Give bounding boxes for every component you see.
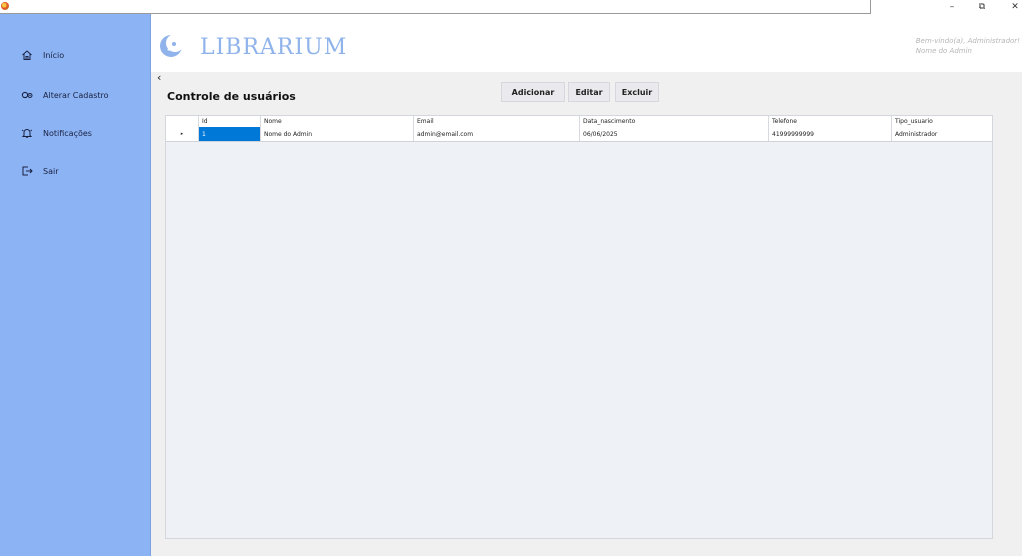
column-header-data-nascimento[interactable]: Data_nascimento — [580, 116, 769, 127]
bell-icon — [20, 126, 34, 140]
column-header-id[interactable]: Id — [199, 116, 261, 127]
cell-email[interactable]: admin@email.com — [414, 127, 580, 141]
sidebar-item-inicio[interactable]: Início — [0, 43, 150, 67]
delete-button[interactable]: Excluir — [615, 82, 659, 102]
title-bar: – ⧉ ✕ — [0, 0, 1022, 14]
row-selector[interactable]: ▸ — [166, 127, 199, 141]
minimize-button[interactable]: – — [941, 1, 963, 13]
sidebar-item-label: Sair — [43, 166, 59, 176]
row-current-indicator-icon: ▸ — [180, 131, 184, 137]
welcome-message: Bem-vindo(a), Administrador! Nome do Adm… — [916, 36, 1020, 56]
edit-button[interactable]: Editar — [568, 82, 610, 102]
cell-data-nascimento[interactable]: 06/06/2025 — [580, 127, 769, 141]
row-header-corner — [166, 116, 199, 127]
sidebar: Início Alterar Cadastro Notificações Sai… — [0, 14, 151, 556]
sidebar-item-notificacoes[interactable]: Notificações — [0, 121, 150, 145]
cell-tipo-usuario[interactable]: Administrador — [892, 127, 992, 141]
app-icon — [1, 2, 9, 10]
column-header-nome[interactable]: Nome — [261, 116, 414, 127]
welcome-greeting: Bem-vindo(a), Administrador! — [915, 37, 1020, 45]
cell-id[interactable]: 1 — [199, 127, 261, 141]
sidebar-item-sair[interactable]: Sair — [0, 159, 150, 183]
add-button[interactable]: Adicionar — [501, 82, 565, 102]
column-header-email[interactable]: Email — [414, 116, 580, 127]
logout-icon — [20, 164, 34, 178]
logo-text: LIBRARIUM — [200, 35, 348, 60]
close-button[interactable]: ✕ — [1004, 1, 1022, 13]
welcome-user-name: Nome do Admin — [915, 47, 972, 55]
page-title: Controle de usuários — [167, 90, 296, 103]
column-header-tipo-usuario[interactable]: Tipo_usuario — [892, 116, 992, 127]
sidebar-item-alterar-cadastro[interactable]: Alterar Cadastro — [0, 83, 150, 107]
cell-nome[interactable]: Nome do Admin — [261, 127, 414, 141]
maximize-button[interactable]: ⧉ — [971, 1, 993, 13]
logo-icon — [160, 34, 184, 57]
cell-telefone[interactable]: 41999999999 — [769, 127, 892, 141]
home-icon — [20, 48, 34, 62]
column-header-telefone[interactable]: Telefone — [769, 116, 892, 127]
user-settings-icon — [20, 88, 34, 102]
sidebar-item-label: Notificações — [43, 128, 92, 138]
users-table[interactable]: Id Nome Email Data_nascimento Telefone T… — [165, 115, 993, 539]
table-row[interactable]: ▸ 1 Nome do Admin admin@email.com 06/06/… — [166, 127, 992, 142]
sidebar-item-label: Alterar Cadastro — [43, 90, 109, 100]
back-button[interactable]: ‹ — [157, 72, 161, 84]
header: LIBRARIUM Bem-vindo(a), Administrador! N… — [151, 14, 1022, 72]
sidebar-item-label: Início — [43, 50, 65, 60]
frame-border-vertical — [870, 0, 871, 14]
